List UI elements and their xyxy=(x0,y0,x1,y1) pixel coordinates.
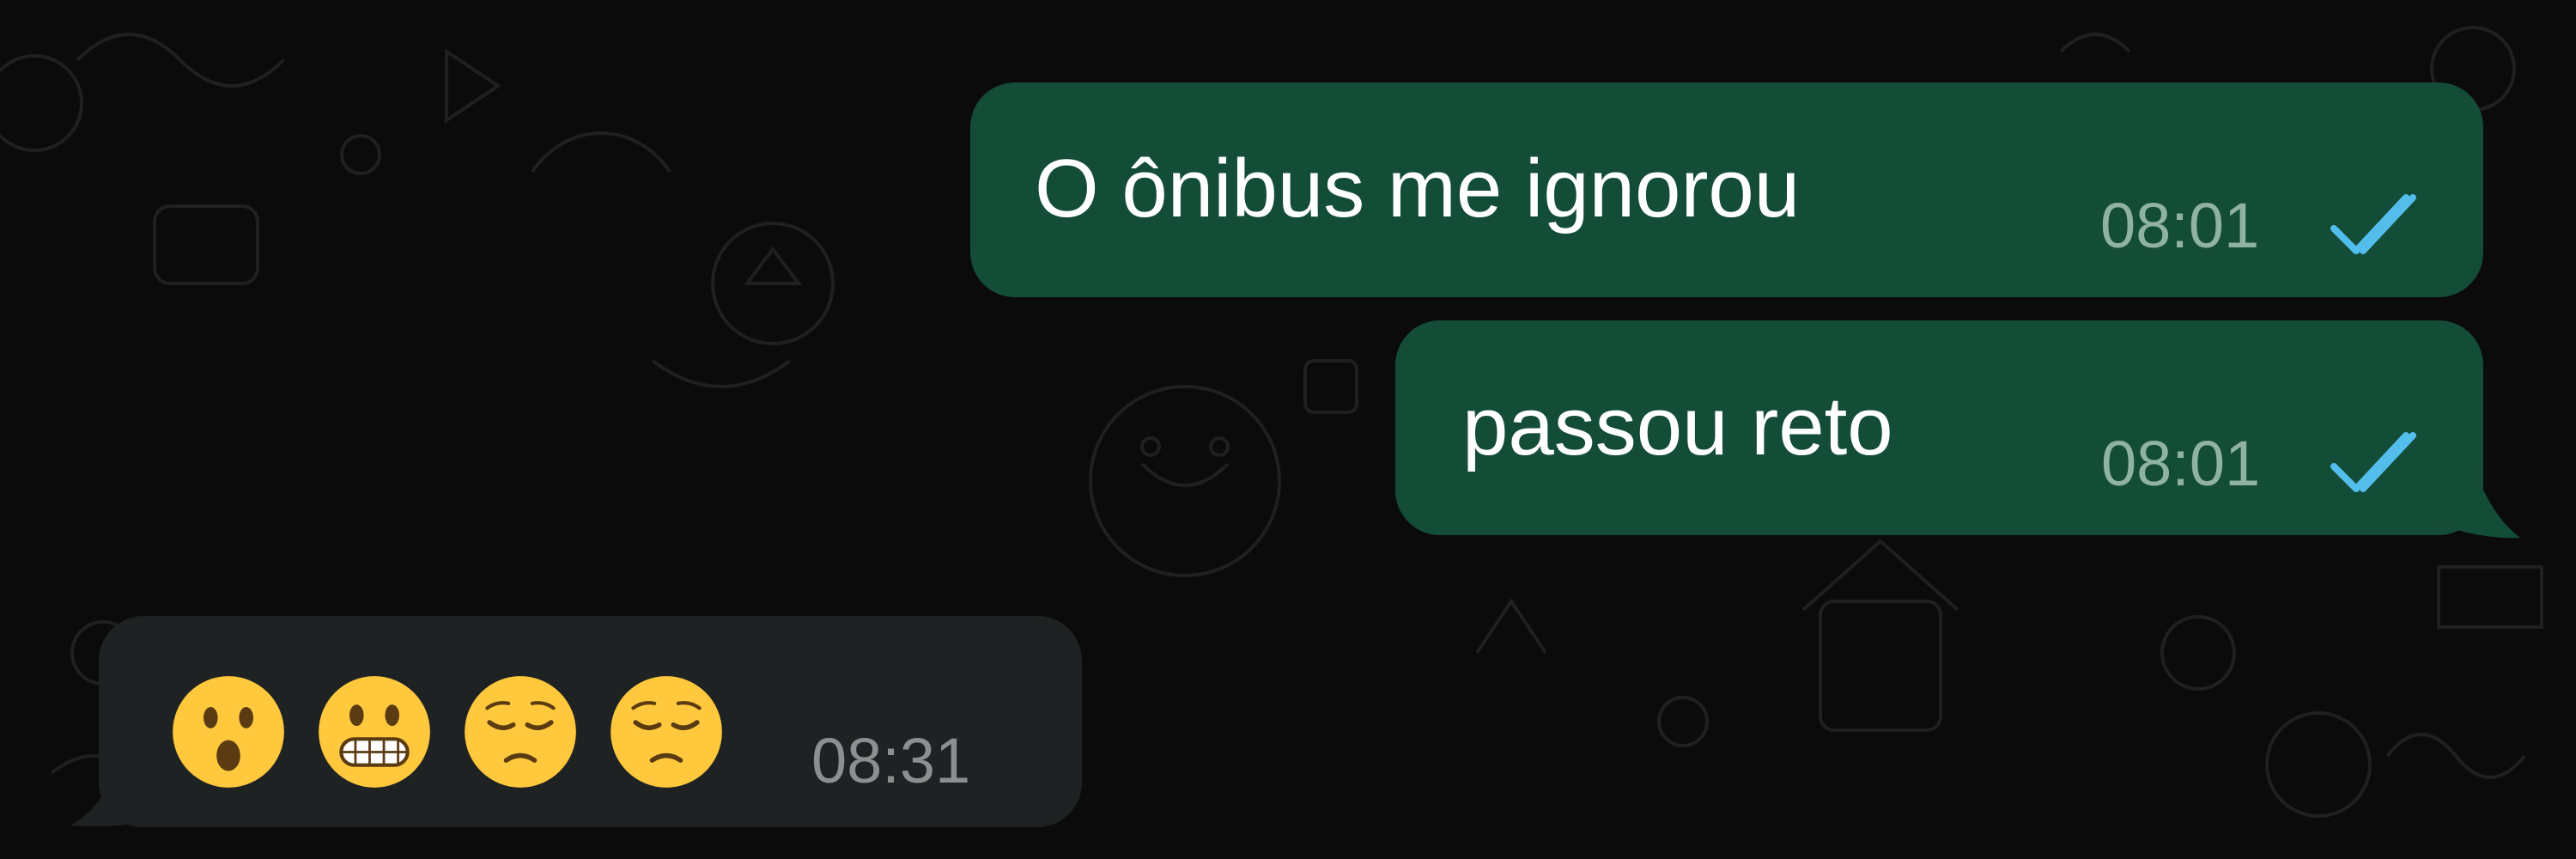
message-time: 08:01 xyxy=(2100,190,2260,261)
double-check-read-icon xyxy=(2330,432,2416,492)
message-text: passou reto xyxy=(1462,381,1893,472)
double-check-read-icon xyxy=(2330,194,2416,254)
hushed-face-icon xyxy=(173,676,284,788)
incoming-message-bubble[interactable]: 08:31 xyxy=(99,616,1082,827)
pensive-face-icon xyxy=(465,676,576,788)
bubble-tail xyxy=(2439,464,2520,539)
message-time: 08:31 xyxy=(811,725,971,796)
emoji-row xyxy=(169,673,726,791)
pensive-face-icon xyxy=(611,676,722,788)
message-text: O ônibus me ignorou xyxy=(1035,143,1801,235)
message-time: 08:01 xyxy=(2101,428,2261,499)
outgoing-message-bubble[interactable]: passou reto 08:01 xyxy=(1395,320,2483,535)
grimacing-face-icon xyxy=(319,676,430,788)
outgoing-message-bubble[interactable]: O ônibus me ignorou 08:01 xyxy=(970,82,2483,297)
